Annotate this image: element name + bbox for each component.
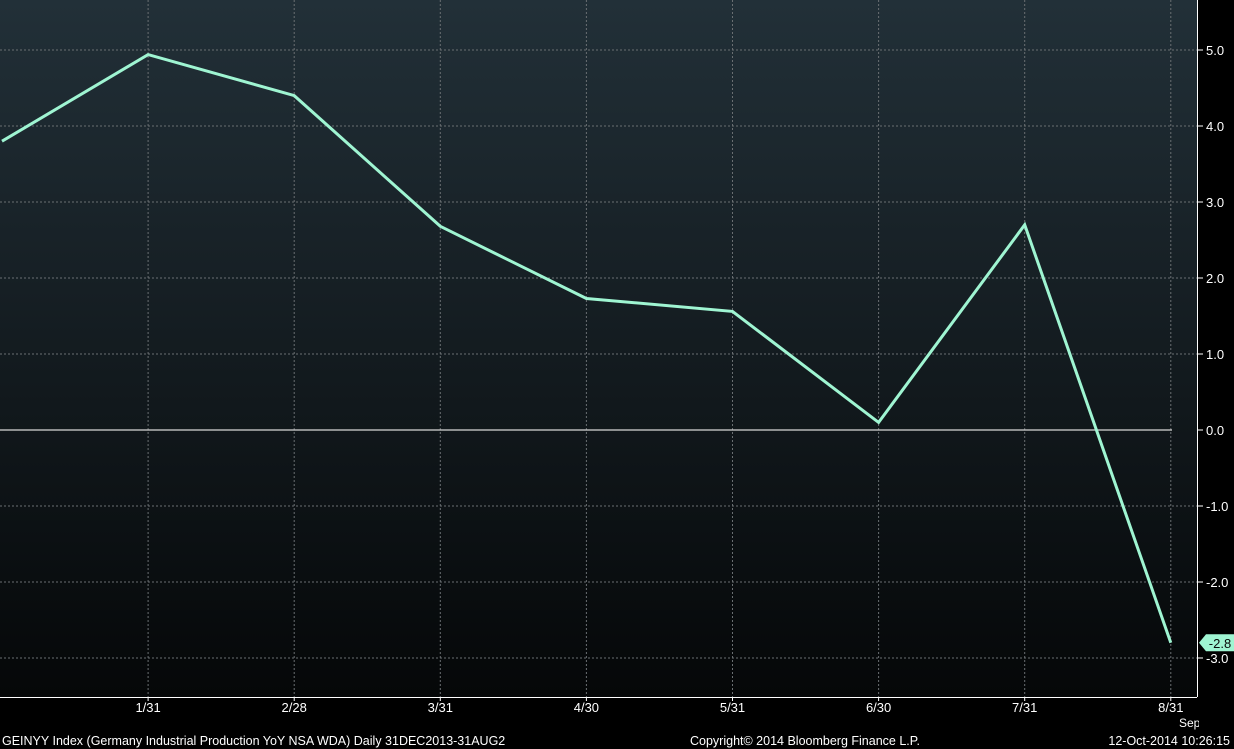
x-tick-label: 4/30	[574, 700, 599, 715]
y-tick-label: 1.0	[1206, 347, 1224, 362]
footer-timestamp: 12-Oct-2014 10:26:15	[1108, 734, 1230, 748]
x-tick-label: 1/31	[135, 700, 160, 715]
footer-index-description: GEINYY Index (Germany Industrial Product…	[2, 734, 506, 748]
x-tick-label: 7/31	[1012, 700, 1037, 715]
y-tick-label: -1.0	[1206, 499, 1228, 514]
y-tick-label: 3.0	[1206, 195, 1224, 210]
plot-background	[0, 0, 1197, 697]
x-tick-label: 6/30	[866, 700, 891, 715]
y-tick-label: -3.0	[1206, 651, 1228, 666]
x-tick-label: 2/28	[282, 700, 307, 715]
y-tick-label: -2.0	[1206, 575, 1228, 590]
y-tick-label: 0.0	[1206, 423, 1224, 438]
line-chart: 1/31 2/28 3/31 4/30 5/31 6/30 7/31 8/31 5.0 4.0 3.…	[0, 0, 1234, 749]
y-tick-label: 2.0	[1206, 271, 1224, 286]
last-value-label: -2.8	[1209, 636, 1231, 651]
x-tick-label: 8/31	[1158, 700, 1183, 715]
x-tick-label: 5/31	[720, 700, 745, 715]
footer-copyright: Copyright© 2014 Bloomberg Finance L.P.	[690, 734, 920, 748]
x-tick-label: 3/31	[428, 700, 453, 715]
y-tick-label: 4.0	[1206, 119, 1224, 134]
x-trailing-label: Sep	[1179, 716, 1199, 730]
y-tick-label: 5.0	[1206, 43, 1224, 58]
